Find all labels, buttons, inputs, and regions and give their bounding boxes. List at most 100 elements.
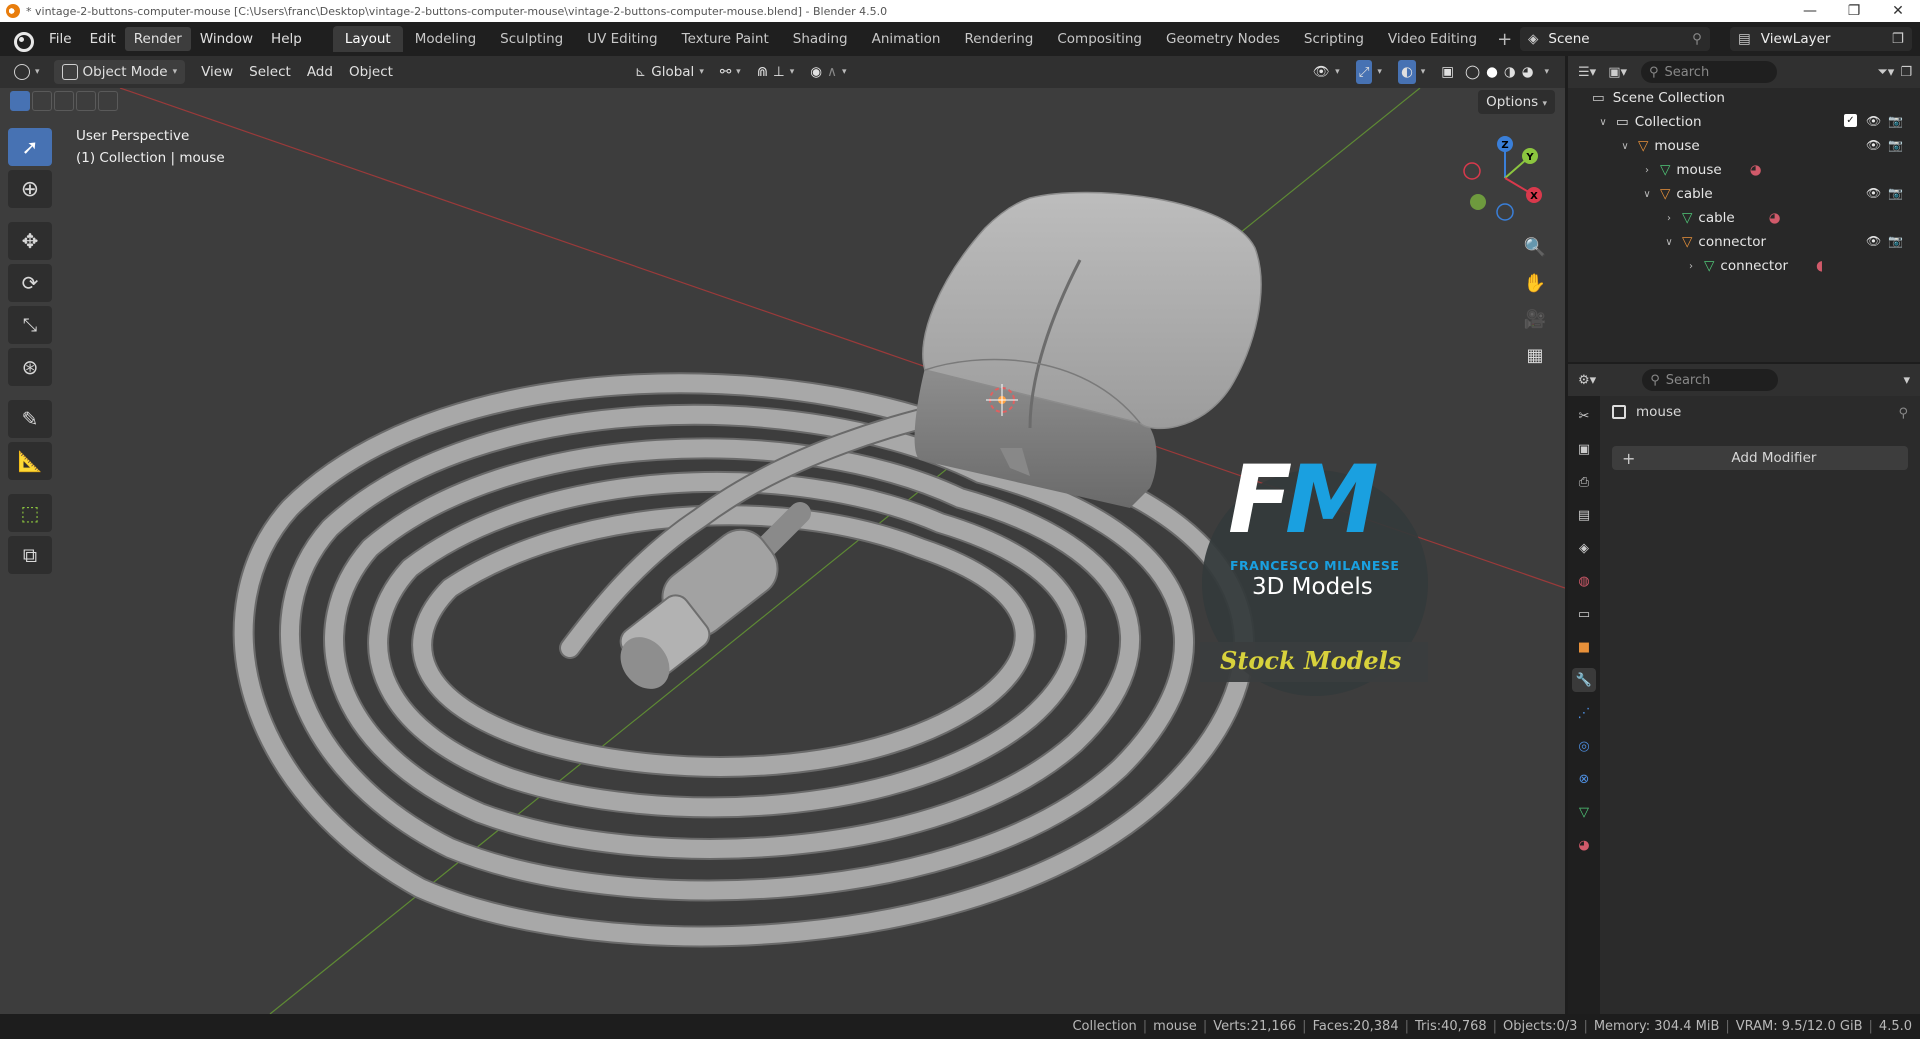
- add-workspace-icon[interactable]: +: [1489, 29, 1520, 50]
- expand-arrow-icon[interactable]: ›: [1662, 213, 1676, 224]
- display-mode-icon[interactable]: ▣▾: [1608, 65, 1627, 80]
- render-camera-icon[interactable]: 📷: [1888, 234, 1903, 248]
- menu-object[interactable]: Object: [341, 60, 401, 84]
- tab-constraints[interactable]: ⊗: [1572, 767, 1596, 791]
- shading-wireframe[interactable]: ◯: [1462, 60, 1483, 84]
- outliner-search-input[interactable]: ⚲ Search: [1641, 61, 1777, 83]
- xray-toggle[interactable]: ▣: [1433, 60, 1462, 84]
- scene-selector[interactable]: ◈ Scene ⚲: [1520, 27, 1710, 51]
- tab-texture-paint[interactable]: Texture Paint: [670, 26, 781, 52]
- shading-material[interactable]: ◑: [1501, 60, 1519, 84]
- properties-options-icon[interactable]: ▾: [1903, 373, 1910, 388]
- render-camera-icon[interactable]: 📷: [1888, 186, 1903, 200]
- tab-collection[interactable]: ▭: [1572, 602, 1596, 626]
- menu-window[interactable]: Window: [191, 27, 262, 51]
- tab-material[interactable]: ◕: [1572, 833, 1596, 857]
- tab-data[interactable]: ▽: [1572, 800, 1596, 824]
- tab-geometry-nodes[interactable]: Geometry Nodes: [1154, 26, 1292, 52]
- mouse-mesh[interactable]: [914, 191, 1262, 508]
- scale-tool[interactable]: ⤡: [8, 306, 52, 344]
- render-camera-icon[interactable]: 📷: [1888, 114, 1903, 128]
- menu-render[interactable]: Render: [124, 27, 191, 51]
- camera-view-icon[interactable]: 🎥: [1518, 302, 1552, 336]
- outliner-row-collection[interactable]: ∨ ▭ Collection: [1596, 110, 1701, 134]
- visibility-eye-icon[interactable]: 👁: [1866, 186, 1881, 200]
- visibility-eye-icon[interactable]: 👁: [1866, 234, 1881, 248]
- outliner-scene-collection[interactable]: ▭ Scene Collection: [1592, 86, 1725, 110]
- menu-view[interactable]: View: [193, 60, 241, 84]
- blender-logo-icon[interactable]: [10, 30, 34, 52]
- tab-sculpting[interactable]: Sculpting: [488, 26, 575, 52]
- collapse-arrow-icon[interactable]: ∨: [1662, 237, 1676, 248]
- ortho-grid-icon[interactable]: ▦: [1518, 338, 1552, 372]
- select-invert-button[interactable]: [76, 91, 96, 111]
- move-tool[interactable]: ✥: [8, 222, 52, 260]
- new-collection-icon[interactable]: ❐: [1900, 65, 1912, 80]
- visibility-eye-icon[interactable]: 👁: [1866, 138, 1881, 152]
- shading-options-dropdown[interactable]: ▾: [1536, 60, 1557, 84]
- rotate-tool[interactable]: ⟳: [8, 264, 52, 302]
- view-layer-selector[interactable]: ▤ ViewLayer ❐: [1730, 27, 1912, 51]
- add-object-tool[interactable]: ⧉: [8, 536, 52, 574]
- outliner-editor-icon[interactable]: ☰▾: [1578, 65, 1596, 80]
- exclude-checkbox[interactable]: ✓: [1844, 114, 1857, 127]
- annotate-tool[interactable]: ✎: [8, 400, 52, 438]
- select-intersect-button[interactable]: [98, 91, 118, 111]
- outliner-row-cable-mesh[interactable]: › ▽ cable ◕: [1662, 206, 1781, 230]
- add-cube-tool[interactable]: ⬚: [8, 494, 52, 532]
- menu-help[interactable]: Help: [262, 27, 311, 51]
- shading-solid[interactable]: ●: [1483, 60, 1501, 84]
- menu-add[interactable]: Add: [299, 60, 341, 84]
- measure-tool[interactable]: 📐: [8, 442, 52, 480]
- tab-modifiers[interactable]: 🔧: [1572, 668, 1596, 692]
- tab-rendering[interactable]: Rendering: [952, 26, 1045, 52]
- tab-layout[interactable]: Layout: [332, 26, 403, 52]
- properties-editor-icon[interactable]: ⚙▾: [1578, 373, 1596, 388]
- cursor-tool[interactable]: ⊕: [8, 170, 52, 208]
- navigation-gizmo[interactable]: Z Y X: [1450, 128, 1560, 228]
- restore-button[interactable]: ❐: [1832, 3, 1876, 19]
- pin-icon[interactable]: ⚲: [1898, 406, 1908, 421]
- minimize-button[interactable]: —: [1788, 3, 1832, 19]
- menu-edit[interactable]: Edit: [81, 27, 125, 51]
- tab-render[interactable]: ▣: [1572, 437, 1596, 461]
- tab-view-layer[interactable]: ▤: [1572, 503, 1596, 527]
- select-extend-button[interactable]: [32, 91, 52, 111]
- select-box-tool[interactable]: ➚: [8, 128, 52, 166]
- tab-modeling[interactable]: Modeling: [403, 26, 488, 52]
- tab-scene[interactable]: ◈: [1572, 536, 1596, 560]
- visibility-dropdown[interactable]: 👁 ▾: [1305, 60, 1348, 84]
- tab-output[interactable]: ⎙: [1572, 470, 1596, 494]
- tab-video-editing[interactable]: Video Editing: [1376, 26, 1489, 52]
- proportional-edit-toggle[interactable]: ◉ ∧ ▾: [802, 60, 854, 84]
- menu-select[interactable]: Select: [241, 60, 299, 84]
- tab-animation[interactable]: Animation: [860, 26, 953, 52]
- properties-search-input[interactable]: ⚲ Search: [1642, 369, 1779, 391]
- outliner-row-cable-object[interactable]: ∨ ▽ cable: [1640, 182, 1712, 206]
- tab-world[interactable]: ◍: [1572, 569, 1596, 593]
- tab-object[interactable]: ■: [1572, 635, 1596, 659]
- tab-scripting[interactable]: Scripting: [1292, 26, 1376, 52]
- options-dropdown[interactable]: Options ▾: [1478, 90, 1555, 114]
- zoom-icon[interactable]: 🔍: [1518, 230, 1552, 264]
- gizmo-toggle[interactable]: ⤢ ▾: [1348, 60, 1390, 84]
- expand-arrow-icon[interactable]: ›: [1640, 165, 1654, 176]
- outliner-row-connector-mesh[interactable]: › ▽ connector ◖: [1684, 254, 1823, 278]
- tab-compositing[interactable]: Compositing: [1045, 26, 1154, 52]
- object-mode-dropdown[interactable]: Object Mode ▾: [53, 60, 186, 84]
- expand-arrow-icon[interactable]: ›: [1684, 261, 1698, 272]
- pivot-point-dropdown[interactable]: ⚯ ▾: [712, 60, 749, 84]
- new-view-layer-icon[interactable]: ❐: [1892, 31, 1904, 47]
- filter-icon[interactable]: ⏷▾: [1877, 65, 1894, 80]
- outliner-row-mouse-mesh[interactable]: › ▽ mouse ◕: [1640, 158, 1761, 182]
- close-button[interactable]: ✕: [1876, 3, 1920, 19]
- editor-type-dropdown[interactable]: ▾: [6, 60, 48, 84]
- 3d-viewport[interactable]: F M FRANCESCO MILANESE 3D Models Stock M…: [0, 88, 1565, 1014]
- outliner-row-connector-object[interactable]: ∨ ▽ connector: [1662, 230, 1766, 254]
- pan-hand-icon[interactable]: ✋: [1518, 266, 1552, 300]
- tab-tool[interactable]: ✂: [1572, 404, 1596, 428]
- add-modifier-button[interactable]: + Add Modifier: [1612, 446, 1908, 470]
- pin-icon[interactable]: ⚲: [1692, 31, 1702, 47]
- menu-file[interactable]: File: [40, 27, 81, 51]
- collapse-arrow-icon[interactable]: ∨: [1640, 189, 1654, 200]
